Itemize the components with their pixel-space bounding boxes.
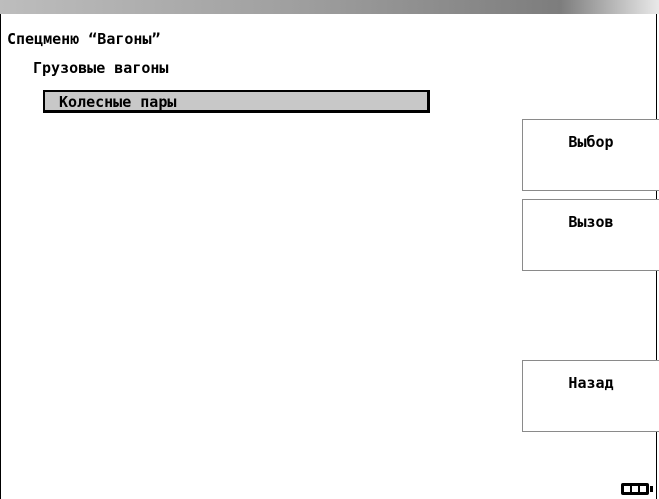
back-button[interactable]: Назад <box>522 360 659 432</box>
device-screen: Спецменю “Вагоны” Грузовые вагоны Колесн… <box>0 14 659 499</box>
submenu-label: Грузовые вагоны <box>33 59 169 77</box>
select-button[interactable]: Выбор <box>522 119 659 191</box>
call-button-label: Вызов <box>568 213 614 231</box>
menu-item-selected[interactable]: Колесные пары <box>43 90 430 113</box>
menu-item-label: Колесные пары <box>59 93 177 111</box>
select-button-label: Выбор <box>568 133 614 151</box>
call-button[interactable]: Вызов <box>522 199 659 271</box>
battery-icon <box>621 483 653 495</box>
window-top-bar <box>0 0 659 14</box>
back-button-label: Назад <box>568 374 614 392</box>
menu-title: Спецменю “Вагоны” <box>7 30 161 48</box>
